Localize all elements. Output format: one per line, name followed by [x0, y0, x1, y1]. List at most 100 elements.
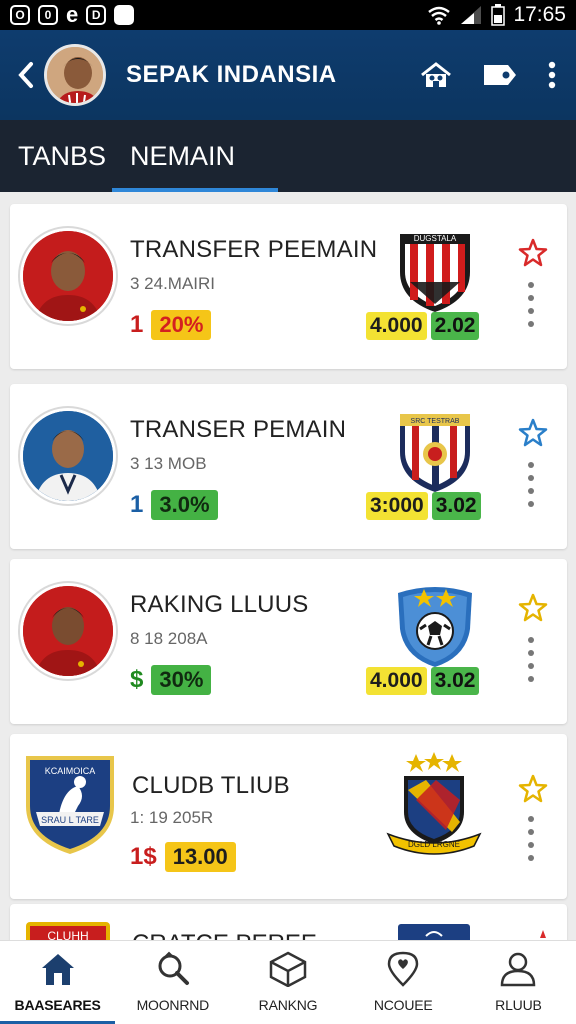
- list-item[interactable]: CLUHH CRATCE PEREE: [10, 904, 567, 940]
- badge-text: KCAIMOICA: [45, 766, 96, 776]
- star-icon[interactable]: [518, 238, 548, 268]
- notification-icon: O: [10, 5, 30, 25]
- nav-label: MOONRND: [136, 997, 210, 1013]
- star-icon[interactable]: [528, 928, 558, 938]
- nav-item-rankng[interactable]: RANKNG: [230, 941, 345, 1024]
- star-icon[interactable]: [518, 418, 548, 448]
- more-vert-icon: [548, 61, 556, 89]
- location-icon: [387, 951, 419, 987]
- tab-nemain[interactable]: NEMAIN: [112, 120, 278, 192]
- tab-label: NEMAIN: [130, 140, 236, 171]
- search-icon: [158, 951, 189, 985]
- profile-avatar[interactable]: [44, 44, 106, 106]
- player-photo: [23, 411, 113, 501]
- club-crest-icon: [398, 587, 472, 667]
- star-icon[interactable]: [518, 593, 548, 623]
- club-crest-icon: [398, 924, 470, 940]
- player-avatar: [20, 583, 116, 679]
- page-title: SEPAK INDANSIA: [126, 61, 337, 88]
- transfer-list: TRANSFER PEEMAIN 3 24.MAIRI 1 20% DUGSTA…: [0, 192, 576, 940]
- score-yellow: 4.000: [366, 667, 427, 695]
- notification-icon: e: [66, 2, 78, 28]
- nav-item-rluub[interactable]: RLUUB: [461, 941, 576, 1024]
- wifi-icon: [428, 6, 451, 25]
- card-rank: 1: [130, 491, 144, 518]
- card-subtitle: 3 24.MAIRI: [130, 274, 216, 293]
- player-avatar: [20, 408, 116, 504]
- badge-text: CLUHH: [47, 929, 88, 940]
- back-button[interactable]: [14, 60, 38, 90]
- player-avatar: [20, 228, 116, 324]
- team-button[interactable]: [420, 61, 452, 89]
- battery-icon: [491, 4, 506, 26]
- card-rank: 1$: [130, 843, 157, 870]
- percent-badge: 3.0%: [151, 490, 218, 520]
- card-title: TRANSFER PEEMAIN: [130, 236, 378, 263]
- status-bar: O 0 e D ■ 17:65: [0, 0, 576, 30]
- more-options-button[interactable]: [528, 637, 534, 682]
- more-options-button[interactable]: [528, 462, 534, 507]
- card-subtitle: 8 18 208A: [130, 629, 208, 648]
- bottom-navigation: BAASEARES MOONRND RANKNG NCOUEE RLUUB: [0, 940, 576, 1024]
- tab-tanbs[interactable]: TANBS: [0, 120, 112, 192]
- box-icon: [269, 951, 307, 987]
- notification-icon: 0: [38, 5, 58, 25]
- notification-icons: O 0 e D ■: [10, 2, 135, 28]
- nav-label: RLUUB: [495, 997, 542, 1013]
- home-icon: [41, 954, 74, 985]
- more-options-button[interactable]: [528, 282, 534, 327]
- nav-label: NCOUEE: [373, 997, 433, 1013]
- notification-icon-label: ■: [120, 8, 128, 22]
- tag-icon: [484, 65, 516, 85]
- more-menu-button[interactable]: [548, 61, 556, 89]
- nav-item-ncouee[interactable]: NCOUEE: [346, 941, 461, 1024]
- score-green: 2.02: [430, 312, 480, 340]
- list-item[interactable]: TRANSFER PEEMAIN 3 24.MAIRI 1 20% DUGSTA…: [10, 204, 567, 369]
- percent-badge: 30%: [151, 665, 212, 695]
- score-green: 3.02: [431, 492, 481, 520]
- card-subtitle: 3 13 MOB: [130, 454, 207, 473]
- notification-icon: ■: [114, 5, 135, 25]
- player-photo: [23, 231, 113, 321]
- notification-icon: D: [86, 5, 107, 25]
- badge-text: SRAU L TARE: [41, 815, 99, 825]
- club-crest-icon: DUGSTALA: [400, 234, 470, 312]
- nav-label: BAASEARES: [14, 997, 101, 1013]
- list-item[interactable]: TRANSER PEMAIN 3 13 MOB 1 3.0% SRC TESTR…: [10, 384, 567, 549]
- player-photo: [23, 586, 113, 676]
- tag-button[interactable]: [482, 62, 518, 88]
- card-rank: 1: [130, 311, 144, 338]
- nav-label: RANKNG: [258, 997, 318, 1013]
- person-icon: [501, 952, 536, 987]
- crest-text: DUGSTALA: [414, 234, 457, 243]
- club-crest-icon: DGLD LRGNE: [386, 752, 482, 855]
- score-yellow: 4.000: [366, 312, 427, 340]
- club-badge-icon: KCAIMOICA SRAU L TARE: [26, 756, 114, 854]
- percent-badge: 13.00: [164, 842, 236, 872]
- crest-text: SRC TESTRAB: [411, 418, 460, 425]
- nav-item-moonrnd[interactable]: MOONRND: [115, 941, 230, 1024]
- percent-badge: 20%: [151, 310, 212, 340]
- player-avatar-image: [47, 47, 103, 103]
- star-icon[interactable]: [518, 774, 548, 804]
- card-rank: $: [130, 666, 144, 693]
- score-yellow: 3:000: [366, 492, 428, 520]
- list-item[interactable]: RAKING LLUUS 8 18 208A $ 30% 4.000 3.02: [10, 559, 567, 724]
- signal-icon: [461, 6, 482, 24]
- list-item[interactable]: KCAIMOICA SRAU L TARE CLUDB TLIUB 1: 19 …: [10, 734, 567, 899]
- club-badge-icon: CLUHH: [26, 922, 110, 940]
- score-green: 3.02: [430, 667, 480, 695]
- card-title: CLUDB TLIUB: [132, 772, 290, 799]
- card-title: CRATCE PEREE: [132, 930, 317, 940]
- crest-text: DGLD LRGNE: [408, 840, 460, 849]
- nav-item-baaseares[interactable]: BAASEARES: [0, 941, 116, 1024]
- club-crest-icon: SRC TESTRAB: [400, 414, 470, 492]
- app-header: SEPAK INDANSIA: [0, 30, 576, 120]
- more-options-button[interactable]: [528, 816, 534, 861]
- tab-label: TANBS: [18, 140, 107, 171]
- notification-icon-label: 0: [44, 8, 52, 22]
- tab-bar: TANBS NEMAIN: [0, 120, 576, 192]
- notification-icon-label: D: [91, 8, 101, 22]
- notification-icon-label: e: [66, 2, 79, 27]
- team-icon: [421, 62, 451, 87]
